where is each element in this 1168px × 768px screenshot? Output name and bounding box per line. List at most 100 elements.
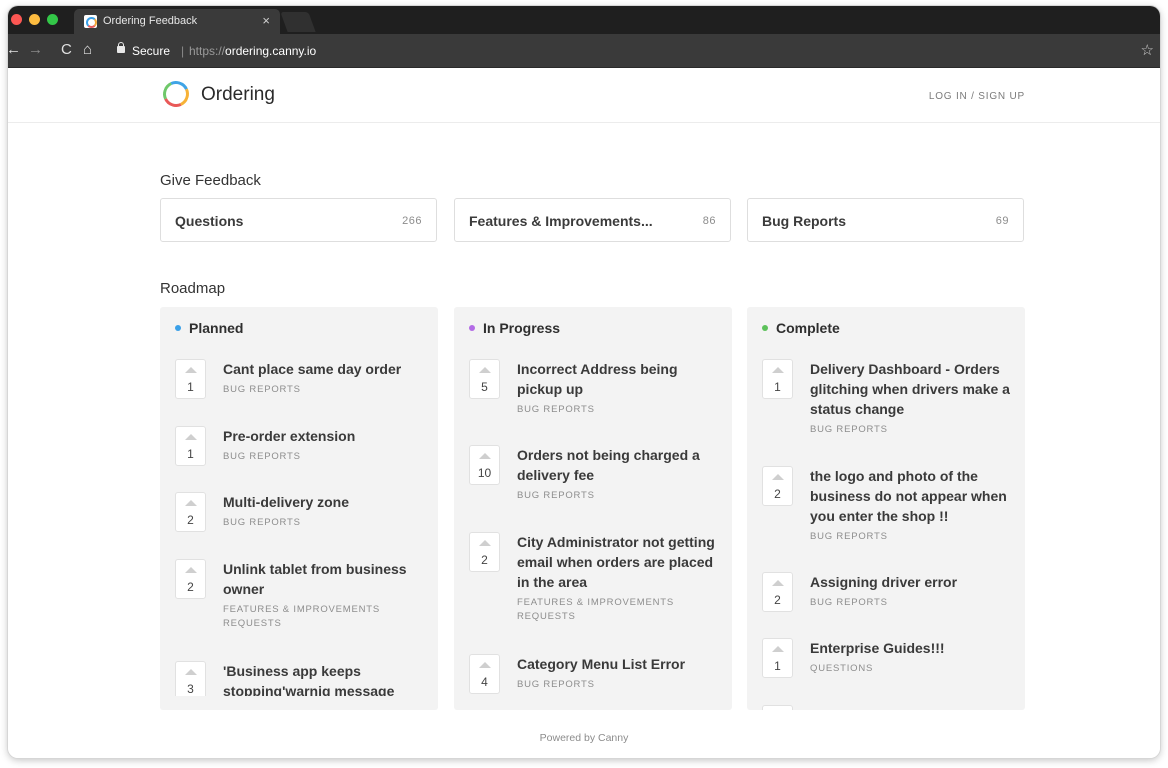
vote-count: 4 [481,675,488,689]
vote-count: 5 [481,380,488,394]
upvote-button[interactable]: 2 [175,559,206,599]
upvote-arrow-icon [185,567,197,573]
board-features-improvements[interactable]: Features & Improvements... 86 [454,198,731,242]
post-title[interactable]: Incorrect Address being pickup up [517,359,717,399]
upvote-button[interactable]: 1 [762,638,793,678]
vote-count: 1 [774,659,781,673]
page: Ordering LOG IN / SIGN UP Give Feedback … [8,68,1160,758]
post-category: BUG REPORTS [517,679,595,690]
column-title: Planned [189,320,244,336]
site-header: Ordering LOG IN / SIGN UP [8,68,1160,123]
vote-count: 2 [187,580,194,594]
status-dot-icon [175,325,181,331]
post-title[interactable]: Pre-order extension [223,426,423,446]
brand-name[interactable]: Ordering [201,84,275,106]
upvote-button[interactable]: 2 [762,572,793,612]
upvote-button[interactable]: 5 [469,359,500,399]
upvote-button[interactable]: 4 [469,654,500,694]
vote-count: 10 [477,466,492,480]
post-category: BUG REPORTS [223,384,301,395]
powered-by-link[interactable]: Powered by Canny [8,732,1160,744]
board-count: 69 [995,215,1009,227]
vote-count: 1 [774,380,781,394]
url-protocol: https:// [189,44,226,58]
post-title[interactable]: Assigning driver error [810,572,1010,592]
maximize-window-button[interactable] [47,14,58,25]
tab-close-icon[interactable]: × [262,13,270,28]
post-title[interactable]: Cant place same day order [223,359,423,379]
post-title[interactable]: Category Menu List Error [517,654,717,674]
upvote-arrow-icon [185,367,197,373]
roadmap-column-planned: Planned 1 Cant place same day order BUG … [160,307,438,710]
address-bar[interactable]: Secure | https://ordering.canny.io [108,40,1118,62]
board-bug-reports[interactable]: Bug Reports 69 [747,198,1024,242]
upvote-button[interactable]: 1 [762,359,793,399]
url-text: https://ordering.canny.io [189,44,316,58]
secure-label: Secure [132,44,171,58]
login-signup-link[interactable]: LOG IN / SIGN UP [929,91,1025,102]
roadmap-column-in-progress: In Progress 5 Incorrect Address being pi… [454,307,732,710]
upvote-button[interactable]: 10 [469,445,500,485]
upvote-arrow-icon [479,367,491,373]
new-tab-button[interactable] [280,12,316,32]
post-category: BUG REPORTS [223,517,301,528]
favicon-icon [84,15,97,28]
back-arrow-icon[interactable]: ← [8,42,21,58]
upvote-button[interactable]: 1 [175,426,206,466]
vote-count: 1 [187,380,194,394]
upvote-button[interactable]: 3 [175,661,206,701]
upvote-button[interactable]: 2 [762,466,793,506]
post-title[interactable]: the logo and photo of the business do no… [810,466,1010,526]
upvote-button[interactable] [762,705,793,710]
roadmap-column-complete: Complete 1 Delivery Dashboard - Orders g… [747,307,1025,710]
home-icon[interactable]: ⌂ [83,42,92,58]
column-fade [160,696,438,710]
board-questions[interactable]: Questions 266 [160,198,437,242]
post-title[interactable]: Delivery Dashboard - Orders glitching wh… [810,359,1010,419]
column-header: In Progress [469,320,560,336]
post-title[interactable]: City Administrator not getting email whe… [517,532,717,592]
reload-icon[interactable]: C [61,42,72,58]
tab-title: Ordering Feedback [103,15,198,27]
vote-count: 2 [774,487,781,501]
upvote-button[interactable]: 1 [175,359,206,399]
post-category: BUG REPORTS [810,424,888,435]
url-host: ordering.canny.io [225,44,317,58]
upvote-button[interactable]: 2 [175,492,206,532]
bookmark-star-icon[interactable]: ☆ [1141,41,1154,59]
post-category: BUG REPORTS [810,531,888,542]
upvote-arrow-icon [479,453,491,459]
vote-count: 3 [187,682,194,696]
post-category: FEATURES & IMPROVEMENTS REQUESTS [223,604,381,629]
upvote-arrow-icon [479,662,491,668]
post-title[interactable]: Enterprise Guides!!! [810,638,1010,658]
post-category: BUG REPORTS [517,490,595,501]
url-separator: | [181,44,185,58]
post-category: BUG REPORTS [517,404,595,415]
upvote-arrow-icon [772,367,784,373]
roadmap-title: Roadmap [160,280,226,297]
post-title[interactable]: Orders not being charged a delivery fee [517,445,717,485]
upvote-arrow-icon [185,500,197,506]
browser-tab[interactable]: Ordering Feedback × [74,9,280,34]
upvote-arrow-icon [772,580,784,586]
post-category: FEATURES & IMPROVEMENTS REQUESTS [517,597,675,622]
board-count: 86 [702,215,716,227]
lock-icon [117,42,125,53]
minimize-window-button[interactable] [29,14,40,25]
post-category: QUESTIONS [810,663,874,674]
column-title: Complete [776,320,840,336]
upvote-arrow-icon [479,540,491,546]
forward-arrow-icon[interactable]: → [28,42,43,58]
status-dot-icon [469,325,475,331]
column-header: Planned [175,320,243,336]
board-name: Bug Reports [762,213,846,229]
status-dot-icon [762,325,768,331]
close-window-button[interactable] [11,14,22,25]
post-title[interactable]: Multi-delivery zone [223,492,423,512]
ordering-logo-icon[interactable] [159,77,193,111]
column-title: In Progress [483,320,561,336]
upvote-button[interactable]: 2 [469,532,500,572]
board-name: Features & Improvements... [469,213,653,229]
post-title[interactable]: Unlink tablet from business owner [223,559,423,599]
